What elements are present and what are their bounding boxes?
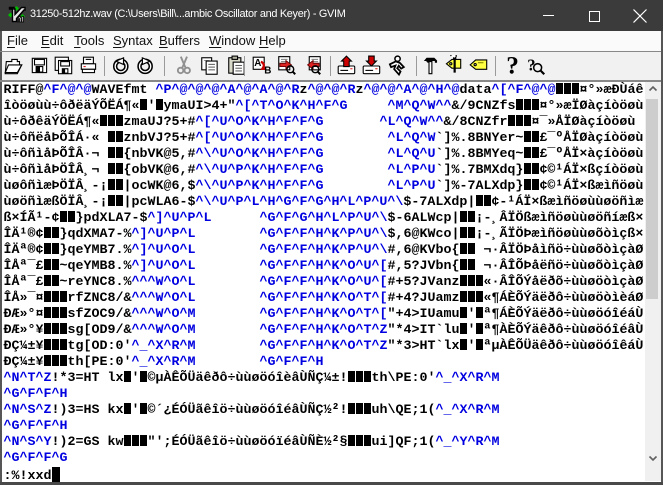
svg-text:A: A xyxy=(254,58,261,69)
svg-text:B: B xyxy=(264,65,271,76)
svg-text:?: ? xyxy=(506,55,519,77)
